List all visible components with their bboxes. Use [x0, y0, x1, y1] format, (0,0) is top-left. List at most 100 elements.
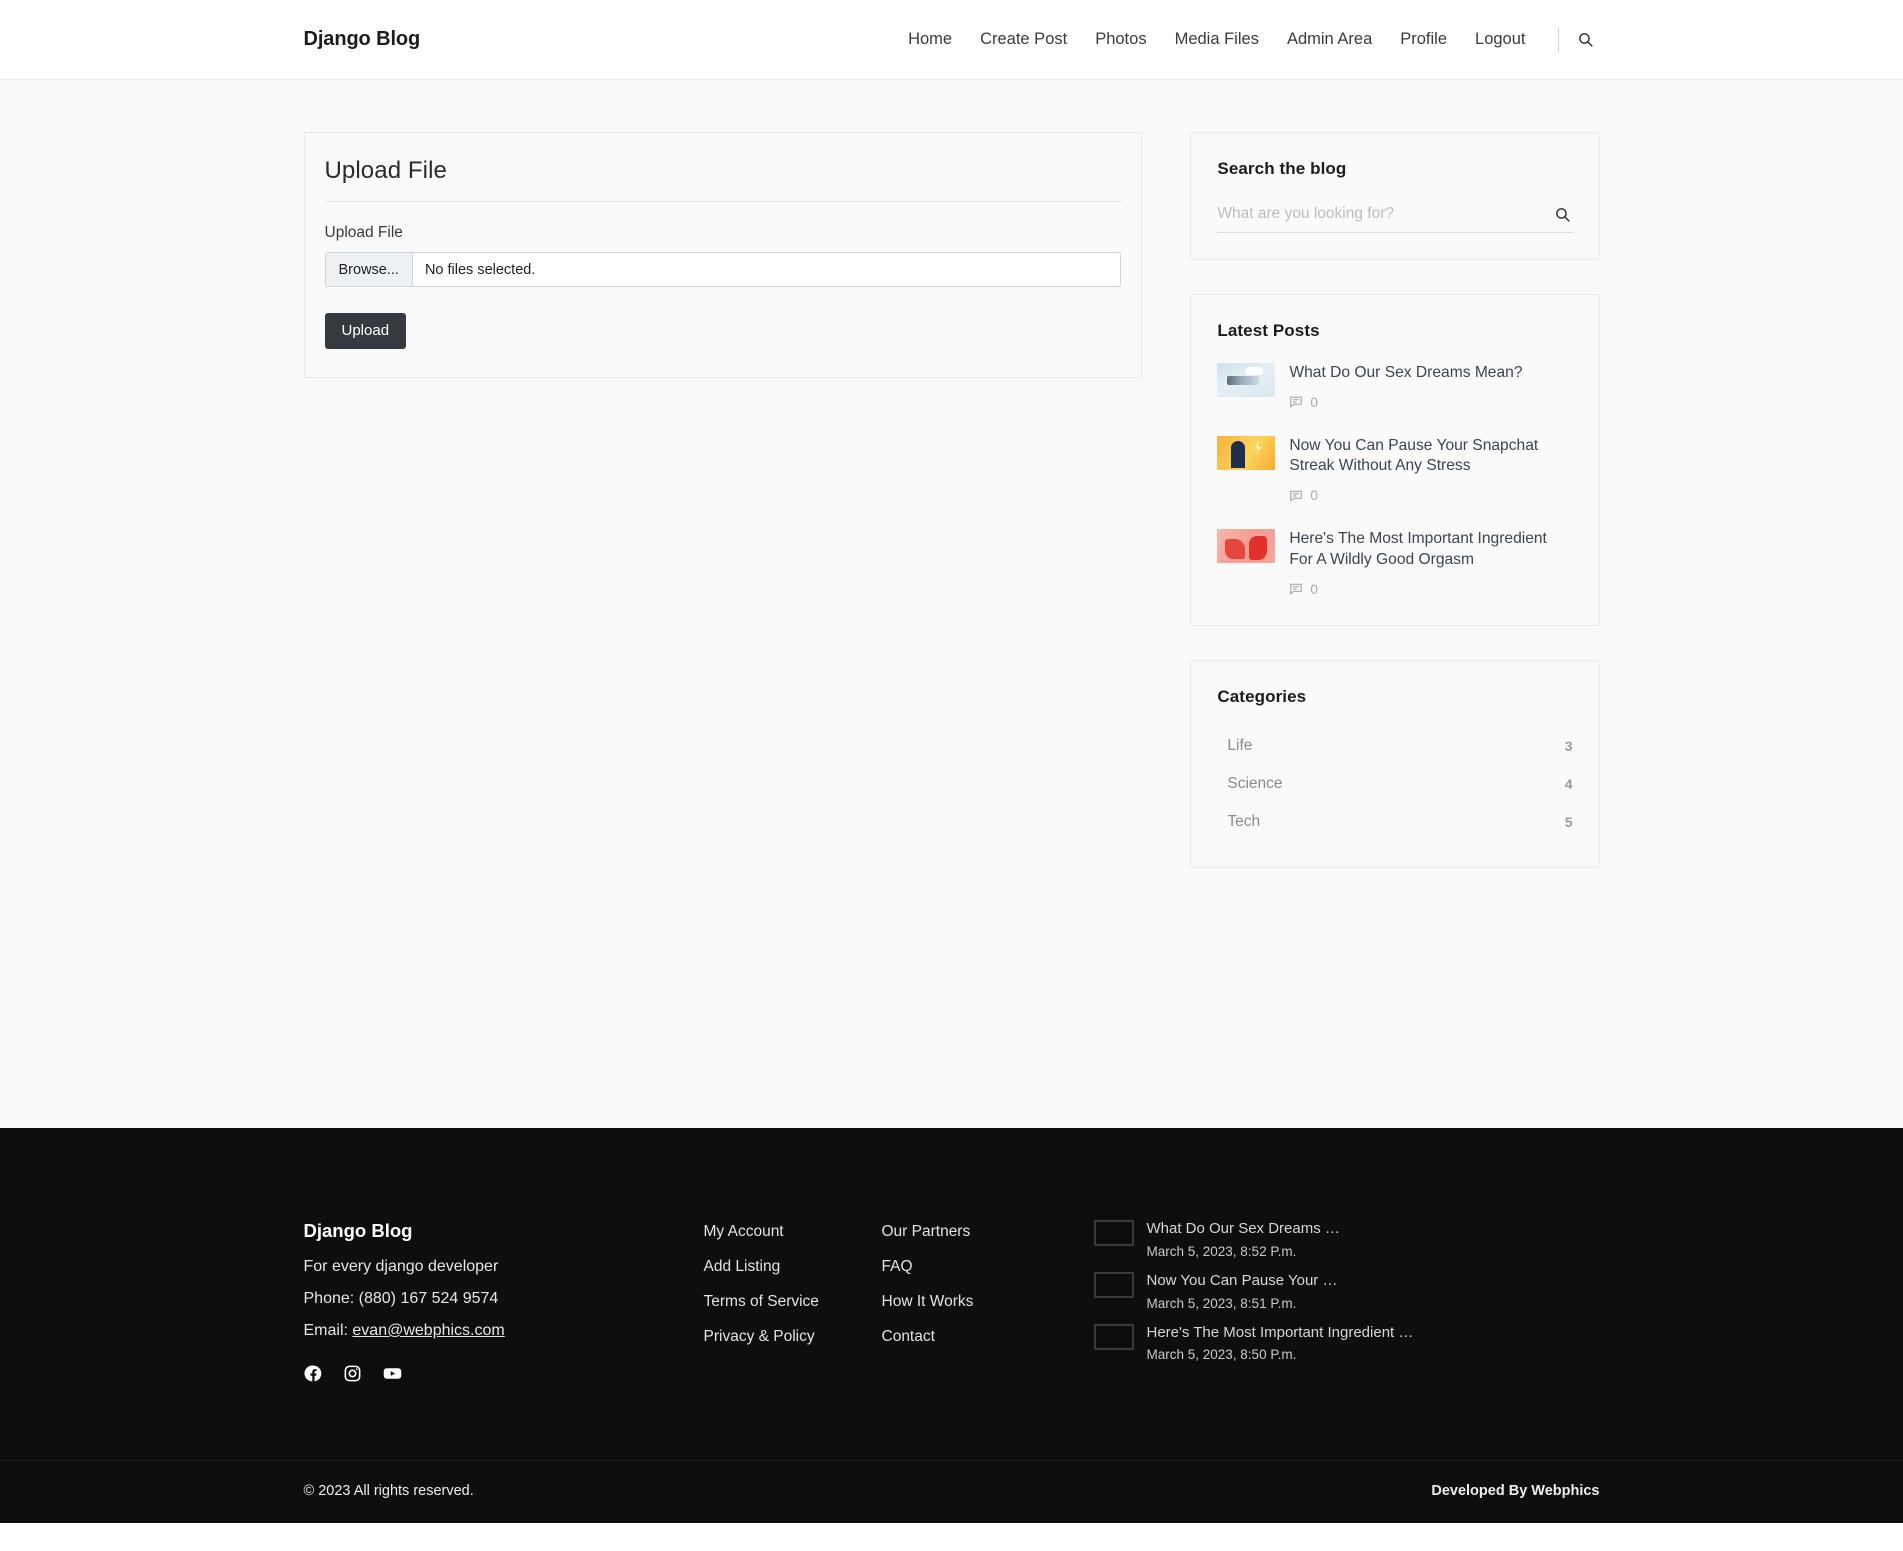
instagram-icon [344, 1365, 360, 1382]
categories-widget: Categories Life 3 Science 4 Tech 5 [1190, 659, 1600, 868]
header-search-button[interactable] [1571, 31, 1600, 48]
category-item-science[interactable]: Science 4 [1217, 765, 1572, 803]
footer-post-meta: What Do Our Sex Dreams … March 5, 2023, … [1147, 1220, 1340, 1259]
footer-post-title-link[interactable]: Here's The Most Important Ingredient … [1147, 1324, 1414, 1343]
facebook-link[interactable] [303, 1363, 323, 1384]
list-item[interactable]: Now You Can Pause Your … March 5, 2023, … [1093, 1271, 1600, 1311]
nav-item-profile[interactable]: Profile [1386, 31, 1461, 48]
categories-list: Life 3 Science 4 Tech 5 [1217, 727, 1572, 841]
footer-social-links [303, 1363, 704, 1384]
latest-posts-list: What Do Our Sex Dreams Mean? 0 Now You C… [1217, 363, 1572, 597]
footer-bottom-bar: © 2023 All rights reserved. Developed By… [0, 1460, 1903, 1523]
footer-email-line: Email: evan@webphics.com [304, 1319, 704, 1343]
footer-post-date: March 5, 2023, 8:52 P.m. [1146, 1243, 1297, 1259]
page-title: Upload File [324, 157, 1122, 202]
search-widget-title: Search the blog [1217, 159, 1347, 178]
category-name: Science [1227, 774, 1283, 792]
post-thumbnail [1093, 1323, 1134, 1350]
comment-count-value: 0 [1310, 581, 1318, 597]
list-item[interactable]: What Do Our Sex Dreams … March 5, 2023, … [1093, 1220, 1600, 1259]
list-item[interactable]: What Do Our Sex Dreams Mean? 0 [1217, 363, 1572, 410]
category-count: 4 [1564, 775, 1573, 792]
comment-count-value: 0 [1310, 488, 1318, 504]
footer-link-add-listing[interactable]: Add Listing [704, 1258, 864, 1276]
file-input-group[interactable]: Browse... No files selected. [324, 252, 1122, 287]
footer-brand: Django Blog [303, 1220, 413, 1241]
post-comment-count: 0 [1289, 488, 1572, 503]
youtube-link[interactable] [382, 1363, 403, 1384]
nav-divider [1557, 26, 1559, 53]
footer-link-faq[interactable]: FAQ [882, 1258, 1094, 1276]
upload-file-label: Upload File [324, 224, 403, 241]
footer-container: Django Blog For every django developer P… [292, 1220, 1612, 1384]
upload-form: Upload File Browse... No files selected.… [324, 202, 1122, 349]
search-icon [1578, 33, 1593, 47]
category-item-life[interactable]: Life 3 [1217, 727, 1572, 765]
post-comment-count: 0 [1289, 582, 1572, 597]
nav-item-home[interactable]: Home [894, 31, 966, 48]
nav-item-admin-area[interactable]: Admin Area [1273, 31, 1386, 48]
footer-post-meta: Now You Can Pause Your … March 5, 2023, … [1147, 1272, 1338, 1311]
footer-links-column-1: My Account Add Listing Terms of Service … [704, 1220, 864, 1363]
main-navigation: Home Create Post Photos Media Files Admi… [894, 26, 1600, 53]
footer-bottom-container: © 2023 All rights reserved. Developed By… [292, 1483, 1612, 1499]
comment-count-value: 0 [1310, 394, 1318, 410]
comment-icon [1290, 583, 1303, 596]
footer-link-contact[interactable]: Contact [882, 1328, 1094, 1346]
list-item[interactable]: Here's The Most Important Ingredient For… [1217, 529, 1572, 597]
post-title-link[interactable]: Here's The Most Important Ingredient For… [1289, 529, 1572, 570]
post-title-link[interactable]: Now You Can Pause Your Snapchat Streak W… [1289, 436, 1572, 477]
footer-email-link[interactable]: evan@webphics.com [352, 1322, 504, 1339]
nav-item-logout[interactable]: Logout [1461, 31, 1539, 48]
footer-link-my-account[interactable]: My Account [704, 1223, 864, 1241]
footer-link-how-it-works[interactable]: How It Works [882, 1293, 1094, 1311]
comment-icon [1290, 490, 1303, 502]
footer-link-privacy-policy[interactable]: Privacy & Policy [704, 1328, 864, 1346]
header-inner: Django Blog Home Create Post Photos Medi… [304, 26, 1600, 53]
category-name: Life [1227, 736, 1253, 754]
footer-post-title-link[interactable]: Now You Can Pause Your … [1147, 1272, 1338, 1291]
list-item[interactable]: Here's The Most Important Ingredient … M… [1093, 1323, 1600, 1362]
header-container: Django Blog Home Create Post Photos Medi… [292, 26, 1612, 53]
post-meta: Here's The Most Important Ingredient For… [1289, 529, 1572, 596]
browse-button[interactable]: Browse... [325, 253, 413, 286]
nav-item-create-post[interactable]: Create Post [966, 31, 1081, 48]
footer-link-terms-of-service[interactable]: Terms of Service [704, 1293, 864, 1311]
search-submit-button[interactable] [1546, 206, 1573, 223]
nav-item-media-files[interactable]: Media Files [1161, 31, 1273, 48]
post-thumbnail [1217, 435, 1276, 470]
list-item[interactable]: Now You Can Pause Your Snapchat Streak W… [1217, 435, 1572, 503]
latest-posts-widget: Latest Posts What Do Our Sex Dreams Mean… [1190, 294, 1600, 626]
footer-columns: Django Blog For every django developer P… [304, 1220, 1600, 1384]
category-item-tech[interactable]: Tech 5 [1217, 803, 1572, 841]
search-row [1217, 203, 1573, 233]
page-body: Upload File Upload File Browse... No fil… [0, 80, 1903, 1128]
site-brand[interactable]: Django Blog [304, 28, 421, 51]
site-header: Django Blog Home Create Post Photos Medi… [0, 0, 1903, 80]
post-comment-count: 0 [1289, 395, 1572, 410]
latest-posts-title: Latest Posts [1217, 321, 1320, 340]
footer-bottom-inner: © 2023 All rights reserved. Developed By… [304, 1483, 1600, 1499]
footer-links-column-2: Our Partners FAQ How It Works Contact [864, 1220, 1094, 1363]
facebook-icon [303, 1365, 321, 1382]
nav-item-photos[interactable]: Photos [1081, 31, 1160, 48]
post-thumbnail [1093, 1271, 1134, 1298]
instagram-link[interactable] [343, 1363, 362, 1384]
categories-title: Categories [1217, 686, 1307, 706]
footer-phone: Phone: (880) 167 524 9574 [303, 1290, 499, 1307]
post-title-link[interactable]: What Do Our Sex Dreams Mean? [1289, 363, 1572, 384]
search-input[interactable] [1217, 203, 1546, 225]
post-meta: Now You Can Pause Your Snapchat Streak W… [1289, 436, 1572, 503]
search-widget: Search the blog [1190, 132, 1600, 260]
post-meta: What Do Our Sex Dreams Mean? 0 [1289, 363, 1572, 410]
upload-submit-button[interactable]: Upload [324, 313, 407, 349]
category-count: 5 [1564, 813, 1573, 830]
category-name: Tech [1227, 812, 1261, 830]
post-thumbnail [1217, 529, 1276, 564]
footer-link-our-partners[interactable]: Our Partners [882, 1223, 1094, 1241]
post-thumbnail [1217, 363, 1276, 397]
footer-tagline: For every django developer [303, 1258, 499, 1275]
footer-post-title-link[interactable]: What Do Our Sex Dreams … [1147, 1220, 1340, 1239]
developer-credit: Developed By Webphics [1431, 1483, 1600, 1499]
footer-about-column: Django Blog For every django developer P… [304, 1220, 704, 1384]
